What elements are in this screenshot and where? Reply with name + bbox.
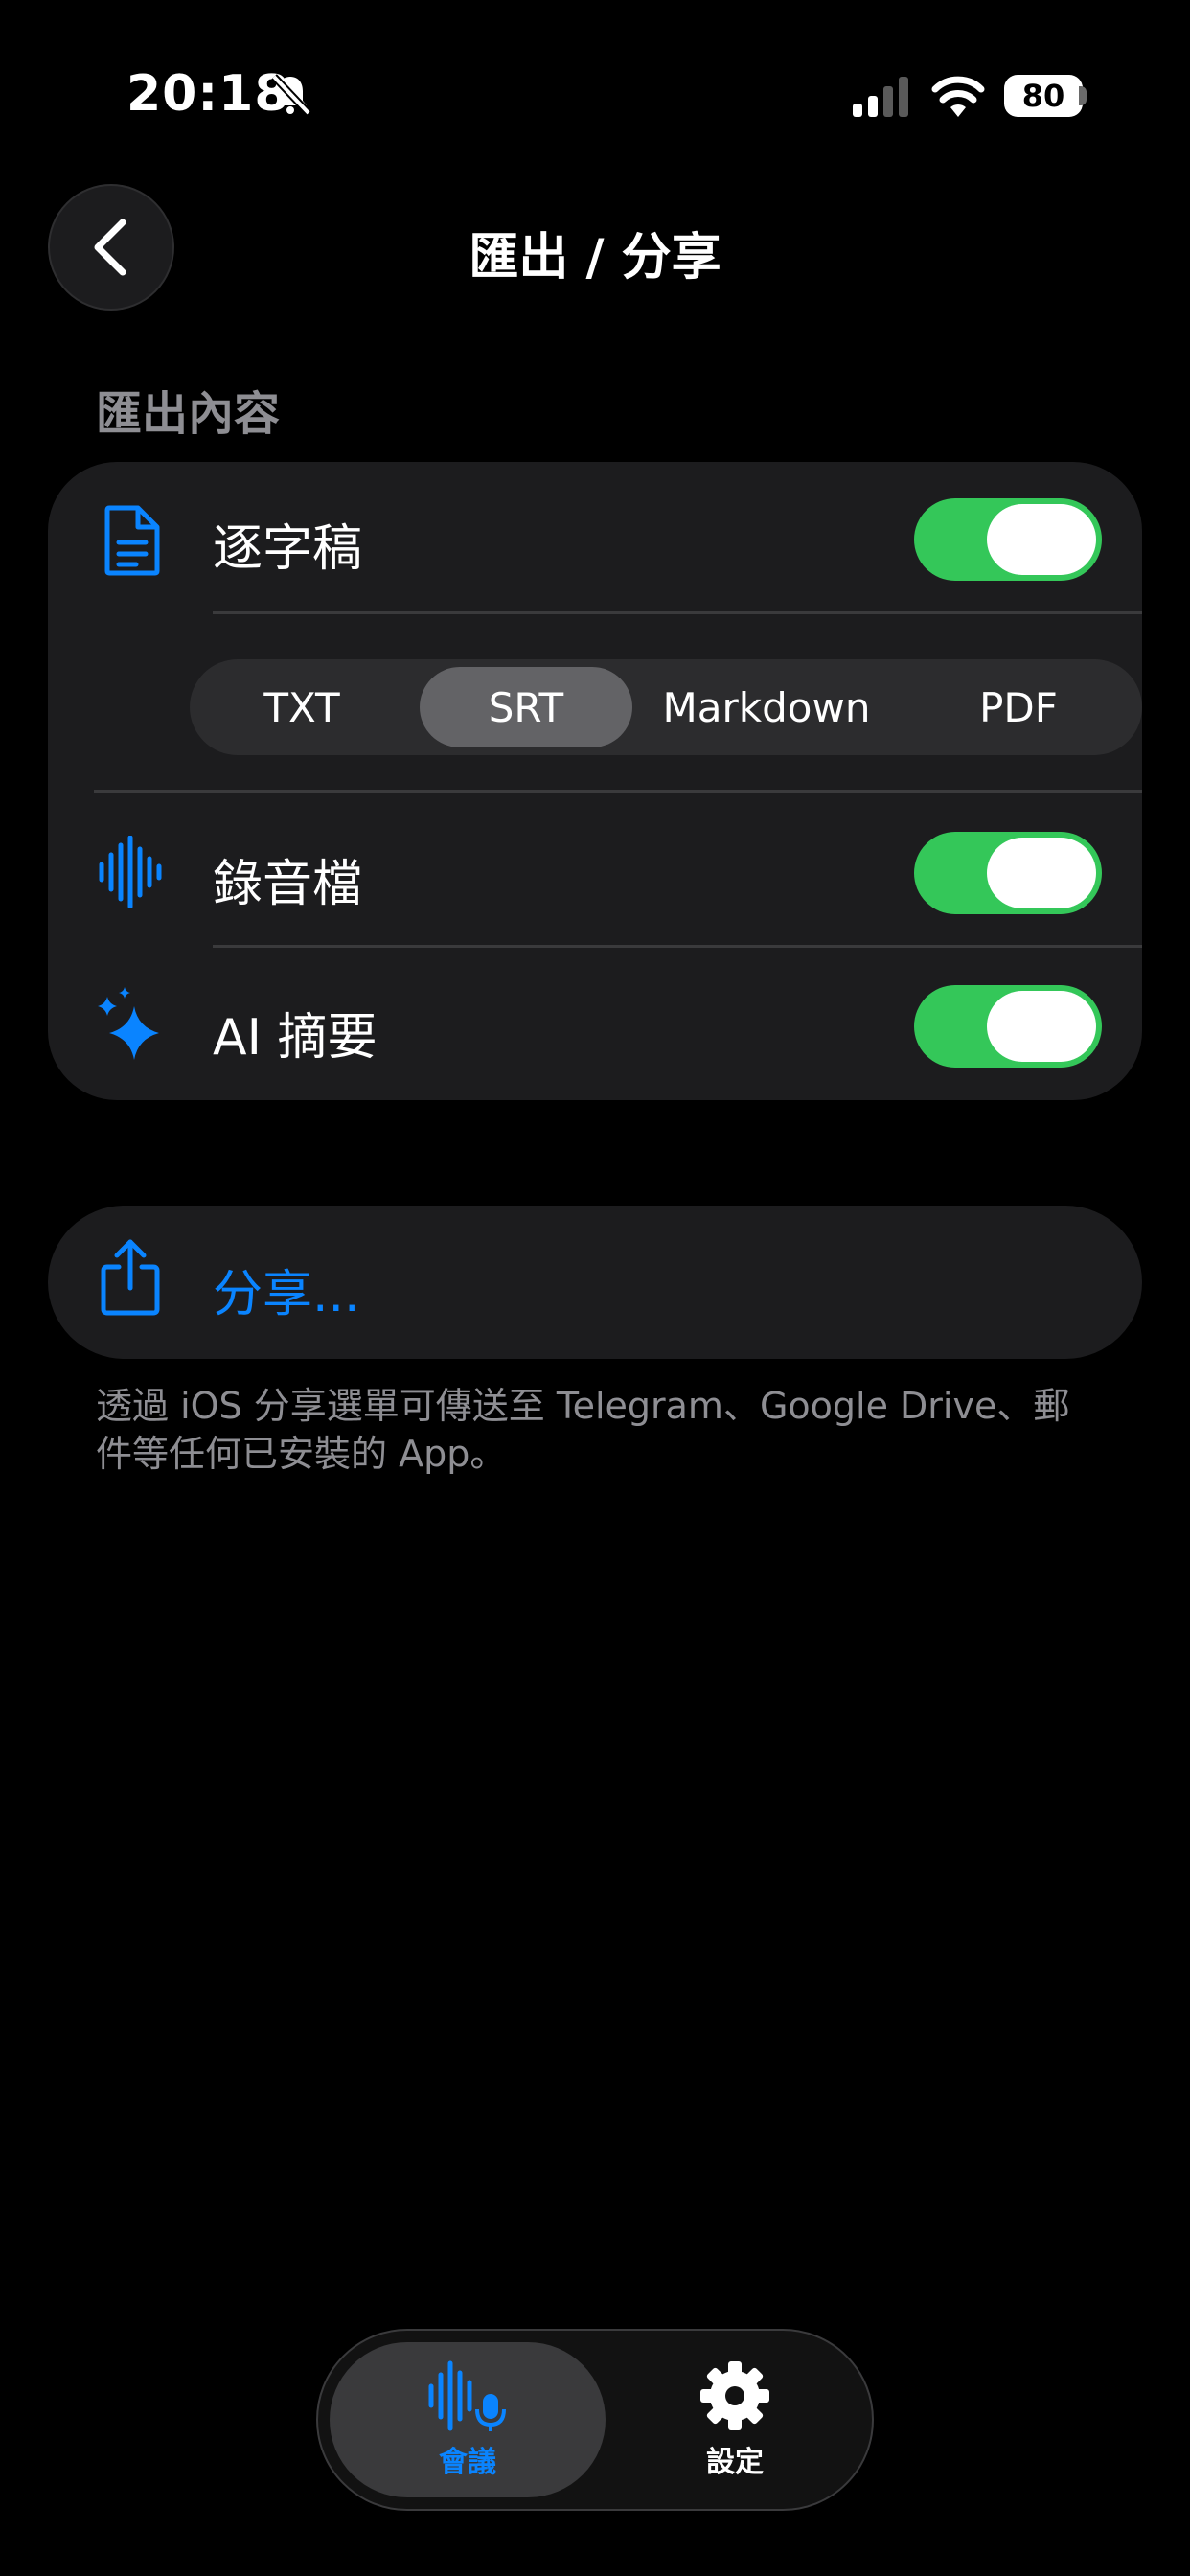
share-label: 分享...: [213, 1266, 360, 1323]
format-option-markdown[interactable]: Markdown: [640, 659, 893, 755]
status-time: 20:18: [126, 65, 290, 123]
tab-settings[interactable]: 設定: [606, 2342, 864, 2497]
battery-indicator: 80: [1004, 75, 1083, 117]
gear-icon: [700, 2361, 769, 2430]
section-header: 匯出內容: [96, 387, 281, 441]
export-options-card: 逐字稿 TXT SRT Markdown PDF 錄音檔 AI 摘要: [48, 462, 1142, 1100]
battery-tip: [1079, 86, 1087, 105]
audio-toggle[interactable]: [914, 832, 1102, 914]
document-icon: [104, 505, 160, 576]
format-segmented-control: TXT SRT Markdown PDF: [190, 659, 1142, 755]
audio-label: 錄音檔: [213, 856, 363, 913]
share-footnote: 透過 iOS 分享選單可傳送至 Telegram、Google Drive、郵件…: [96, 1385, 1070, 1475]
summary-toggle[interactable]: [914, 985, 1102, 1068]
transcript-label: 逐字稿: [213, 520, 363, 578]
format-option-txt[interactable]: TXT: [190, 659, 414, 755]
waveform-mic-icon: [428, 2360, 506, 2431]
format-option-srt[interactable]: SRT: [420, 667, 632, 748]
bell-slash-icon: [271, 74, 311, 116]
page-title: 匯出 / 分享: [469, 229, 721, 287]
tab-meetings-label: 會議: [439, 2446, 496, 2479]
divider: [94, 790, 1142, 793]
tab-bar: 會議 設定: [316, 2329, 874, 2511]
divider: [213, 611, 1142, 614]
sparkles-icon: [98, 987, 159, 1060]
tab-meetings[interactable]: 會議: [330, 2342, 606, 2497]
toggle-knob: [987, 838, 1096, 908]
share-icon: [101, 1239, 160, 1316]
waveform-icon: [99, 836, 162, 908]
divider: [213, 945, 1142, 948]
toggle-knob: [987, 504, 1096, 575]
summary-label: AI 摘要: [213, 1009, 378, 1067]
format-option-pdf[interactable]: PDF: [899, 659, 1138, 755]
transcript-toggle[interactable]: [914, 498, 1102, 581]
wifi-icon: [931, 76, 985, 117]
toggle-knob: [987, 991, 1096, 1062]
share-button[interactable]: 分享...: [48, 1206, 1142, 1359]
cellular-signal-icon: [853, 77, 908, 117]
tab-settings-label: 設定: [706, 2446, 764, 2479]
